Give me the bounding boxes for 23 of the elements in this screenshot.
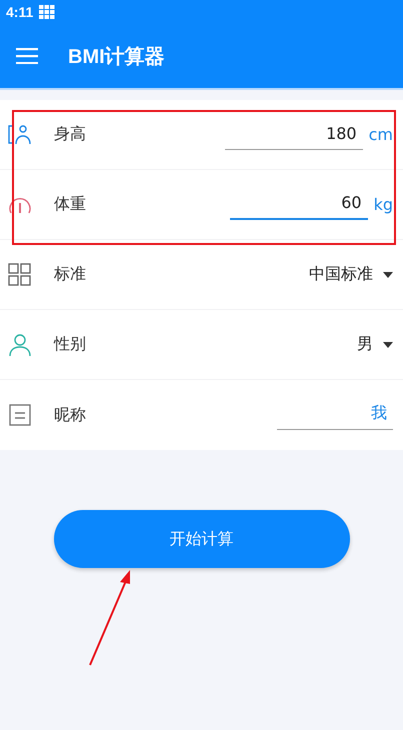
number-input-field[interactable]: 180 xyxy=(224,120,363,150)
calculate-button[interactable]: 开始计算 xyxy=(54,510,350,568)
caret-icon xyxy=(383,342,393,348)
dropdown[interactable]: 中国标准 xyxy=(309,264,393,285)
document-icon xyxy=(8,403,32,427)
menu-icon[interactable] xyxy=(16,48,38,64)
unit-label: cm xyxy=(368,124,393,146)
field-label: 体重 xyxy=(54,194,87,215)
field-label: 身高 xyxy=(54,124,87,145)
person-icon xyxy=(8,332,32,356)
caret-icon xyxy=(383,272,393,278)
field-label: 昵称 xyxy=(54,404,87,426)
nickname-input-field[interactable]: 我 xyxy=(277,400,393,430)
app-title: BMI计算器 xyxy=(68,44,165,70)
dropdown[interactable]: 男 xyxy=(357,334,393,355)
grid-icon xyxy=(8,262,32,286)
field-label: 标准 xyxy=(54,264,87,285)
person-height-icon xyxy=(8,122,32,146)
status-time: 4:11 xyxy=(6,4,34,20)
grid-icon xyxy=(39,5,56,19)
field-label: 性别 xyxy=(54,334,87,355)
unit-label: kg xyxy=(374,195,393,216)
number-input-field[interactable]: 60 xyxy=(230,189,368,220)
